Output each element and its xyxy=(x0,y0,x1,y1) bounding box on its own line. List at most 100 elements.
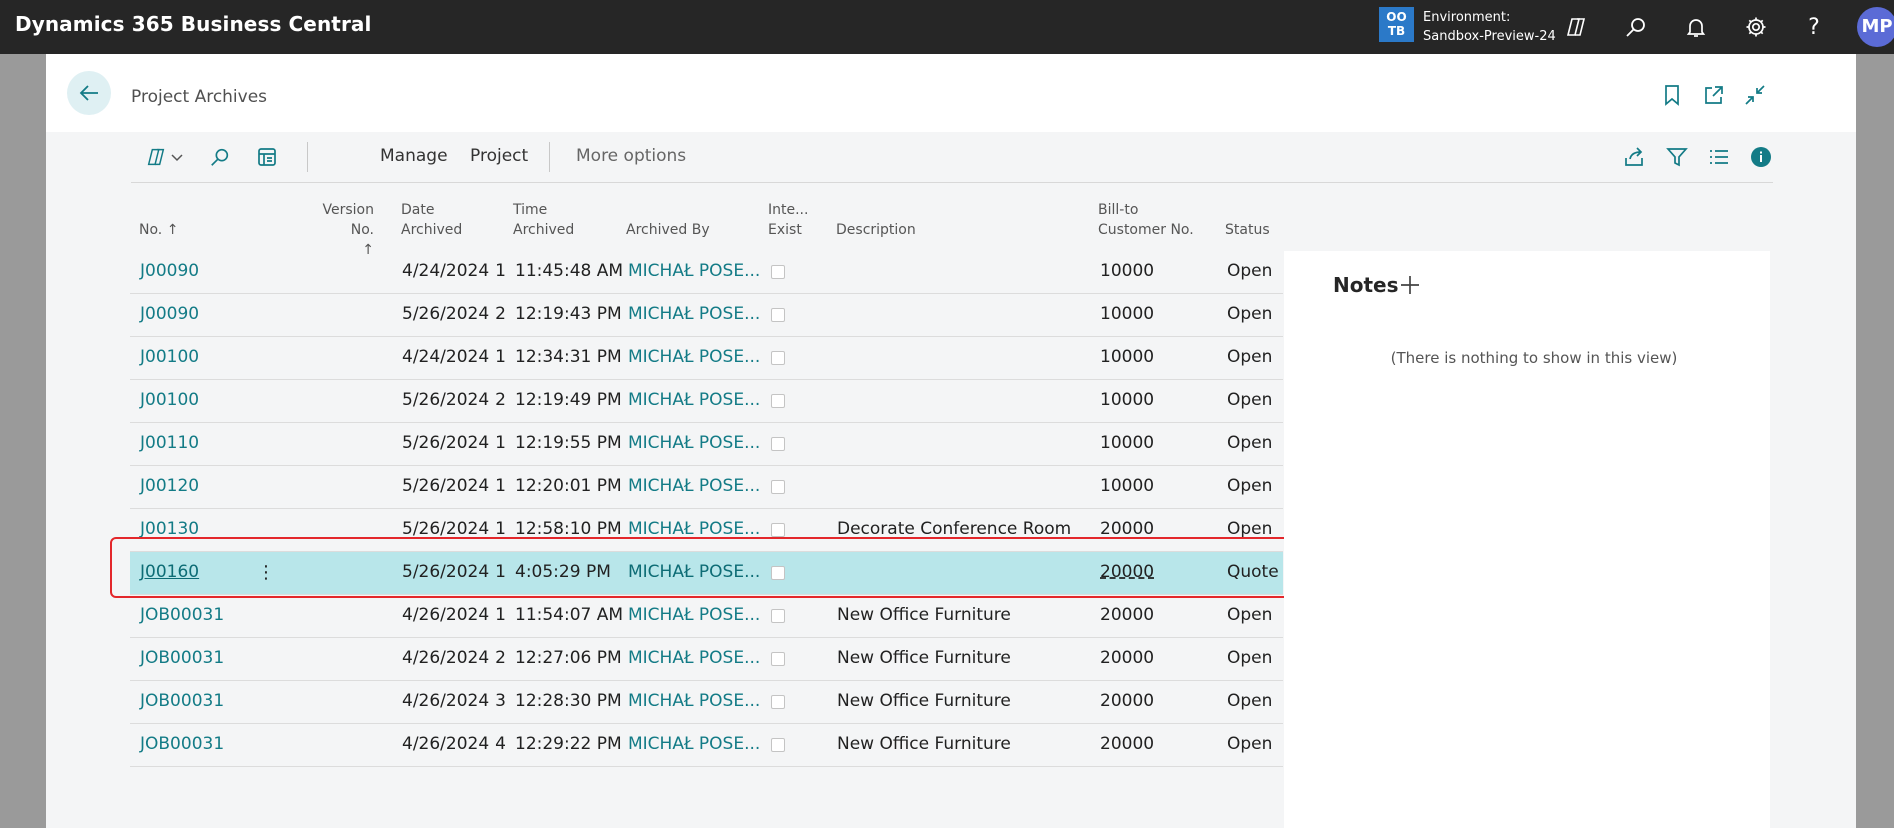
interaction-exist-checkbox xyxy=(771,738,785,752)
open-new-window-icon[interactable] xyxy=(1701,82,1727,108)
project-no-link[interactable]: JOB00031 xyxy=(140,734,224,754)
archived-by-link[interactable]: MICHAŁ POSE... xyxy=(628,390,760,410)
archived-by-link[interactable]: MICHAŁ POSE... xyxy=(628,691,760,711)
time-archived-cell: 12:28:30 PM xyxy=(515,691,622,711)
column-header-date-label-2: Archived xyxy=(401,222,463,238)
project-no-link[interactable]: J00120 xyxy=(140,476,199,496)
bill-to-customer-no-cell: 20000 xyxy=(1100,734,1155,754)
table-row[interactable]: J00120 1 5/26/2024 12:20:01 PM MICHAŁ POSE..… xyxy=(130,466,1283,509)
status-cell: Open xyxy=(1227,605,1273,625)
project-no-link[interactable]: J00130 xyxy=(140,519,199,539)
archived-by-link[interactable]: MICHAŁ POSE... xyxy=(628,734,760,754)
archived-by-link[interactable]: MICHAŁ POSE... xyxy=(628,519,760,539)
bill-to-customer-no-cell: 20000 xyxy=(1100,691,1155,711)
column-header-date-archived[interactable]: Date Archived xyxy=(401,200,462,240)
environment-info[interactable]: Environment: Sandbox-Preview-24 xyxy=(1423,8,1556,46)
date-archived-cell: 5/26/2024 xyxy=(402,390,490,410)
table-row[interactable]: JOB00031 2 4/26/2024 12:27:06 PM MICHAŁ POSE… xyxy=(130,638,1283,681)
date-archived-cell: 5/26/2024 xyxy=(402,476,490,496)
column-header-inte-exist[interactable]: Inte... Exist xyxy=(768,200,808,240)
column-header-description[interactable]: Description xyxy=(836,220,916,240)
date-archived-cell: 5/26/2024 xyxy=(402,433,490,453)
archived-by-link[interactable]: MICHAŁ POSE... xyxy=(628,347,760,367)
toolbar-divider xyxy=(549,142,550,172)
environment-badge[interactable]: OO TB xyxy=(1379,7,1414,42)
help-icon[interactable]: ? xyxy=(1800,13,1828,41)
list-view-button[interactable] xyxy=(1708,144,1730,170)
column-header-time-archived[interactable]: Time Archived xyxy=(513,200,574,240)
back-button[interactable] xyxy=(67,71,111,115)
status-cell: Open xyxy=(1227,519,1273,539)
column-header-bill-to-customer-no[interactable]: Bill-to Customer No. xyxy=(1098,200,1194,240)
archived-by-link[interactable]: MICHAŁ POSE... xyxy=(628,304,760,324)
column-header-status[interactable]: Status xyxy=(1225,220,1270,240)
status-cell: Open xyxy=(1227,476,1273,496)
table-row[interactable]: J00100 1 4/24/2024 12:34:31 PM MICHAŁ POSE..… xyxy=(130,337,1283,380)
analyze-icon xyxy=(258,148,276,166)
bill-to-customer-no-cell: 10000 xyxy=(1100,304,1155,324)
table-row[interactable]: JOB00031 4 4/26/2024 12:29:22 PM MICHAŁ POSE… xyxy=(130,724,1283,767)
search-list-button[interactable] xyxy=(209,144,231,170)
copilot-icon[interactable] xyxy=(1562,13,1590,41)
notes-empty-message: (There is nothing to show in this view) xyxy=(1390,349,1678,367)
archived-by-link[interactable]: MICHAŁ POSE... xyxy=(628,605,760,625)
archived-by-link[interactable]: MICHAŁ POSE... xyxy=(628,433,760,453)
environment-name: Sandbox-Preview-24 xyxy=(1423,29,1556,44)
project-no-link[interactable]: JOB00031 xyxy=(140,691,224,711)
project-no-link[interactable]: J00090 xyxy=(140,304,199,324)
date-archived-cell: 4/24/2024 xyxy=(402,347,490,367)
search-icon[interactable] xyxy=(1622,13,1650,41)
project-no-link[interactable]: J00110 xyxy=(140,433,199,453)
archived-by-link[interactable]: MICHAŁ POSE... xyxy=(628,261,760,281)
list-icon xyxy=(1710,150,1728,164)
project-no-link[interactable]: J00100 xyxy=(140,347,199,367)
manage-menu-button[interactable]: Manage xyxy=(380,146,448,166)
status-cell: Open xyxy=(1227,304,1273,324)
project-menu-button[interactable]: Project xyxy=(470,146,528,166)
add-note-button[interactable] xyxy=(1398,273,1422,301)
bookmark-icon[interactable] xyxy=(1659,82,1685,108)
project-no-link[interactable]: JOB00031 xyxy=(140,648,224,668)
table-row[interactable]: JOB00031 1 4/26/2024 11:54:07 AM MICHAŁ POSE… xyxy=(130,595,1283,638)
app-title[interactable]: Dynamics 365 Business Central xyxy=(15,12,371,36)
notification-bell-icon[interactable] xyxy=(1682,13,1710,41)
status-cell: Open xyxy=(1227,390,1273,410)
bill-to-customer-no-cell: 10000 xyxy=(1100,347,1155,367)
collapse-icon[interactable] xyxy=(1742,82,1768,108)
table-row[interactable]: J00090 2 5/26/2024 12:19:43 PM MICHAŁ POSE..… xyxy=(130,294,1283,337)
column-header-inte-label-1: Inte... xyxy=(768,202,809,218)
filter-button[interactable] xyxy=(1666,144,1688,170)
interaction-exist-checkbox xyxy=(771,265,785,279)
column-header-inte-label-2: Exist xyxy=(768,222,802,238)
column-header-no[interactable]: No. ↑ xyxy=(139,220,178,240)
column-header-date-label-1: Date xyxy=(401,202,435,218)
top-bar: Dynamics 365 Business Central OO TB Envi… xyxy=(0,0,1894,54)
table-row[interactable]: J00090 1 4/24/2024 11:45:48 AM MICHAŁ POSE..… xyxy=(130,251,1283,294)
share-button[interactable] xyxy=(1623,144,1645,170)
project-no-link[interactable]: J00090 xyxy=(140,261,199,281)
column-header-archived-by[interactable]: Archived By xyxy=(626,220,710,240)
archived-by-link[interactable]: MICHAŁ POSE... xyxy=(628,476,760,496)
chevron-down-icon xyxy=(171,154,183,162)
notes-title: Notes xyxy=(1333,273,1399,297)
action-bar: Manage Project More options xyxy=(131,132,1773,183)
copilot-dropdown-button[interactable] xyxy=(145,144,184,170)
analysis-mode-button[interactable] xyxy=(256,144,278,170)
time-archived-cell: 12:29:22 PM xyxy=(515,734,622,754)
time-archived-cell: 12:20:01 PM xyxy=(515,476,622,496)
interaction-exist-checkbox xyxy=(771,437,785,451)
search-icon xyxy=(211,148,229,166)
more-options-button[interactable]: More options xyxy=(576,146,686,166)
user-avatar[interactable]: MP xyxy=(1857,7,1894,47)
column-header-version-label: Version No. xyxy=(322,202,374,238)
bill-to-customer-no-cell: 10000 xyxy=(1100,476,1155,496)
table-row[interactable]: J00110 1 5/26/2024 12:19:55 PM MICHAŁ POSE..… xyxy=(130,423,1283,466)
archived-by-link[interactable]: MICHAŁ POSE... xyxy=(628,648,760,668)
project-no-link[interactable]: JOB00031 xyxy=(140,605,224,625)
info-pane-button[interactable] xyxy=(1750,144,1772,170)
settings-gear-icon[interactable] xyxy=(1742,13,1770,41)
table-row[interactable]: JOB00031 3 4/26/2024 12:28:30 PM MICHAŁ POSE… xyxy=(130,681,1283,724)
project-no-link[interactable]: J00100 xyxy=(140,390,199,410)
table-row[interactable]: J00100 2 5/26/2024 12:19:49 PM MICHAŁ POSE..… xyxy=(130,380,1283,423)
description-cell: New Office Furniture xyxy=(837,691,1011,711)
